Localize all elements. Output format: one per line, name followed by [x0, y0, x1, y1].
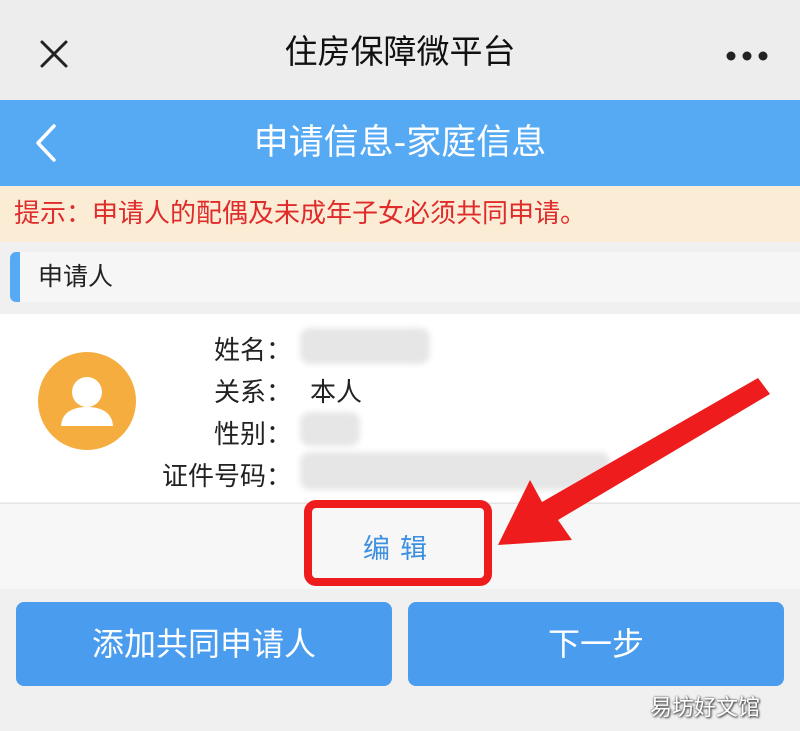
page-title: 申请信息-家庭信息	[253, 123, 547, 163]
edit-row: 编辑	[0, 503, 800, 589]
next-step-button[interactable]: 下一步	[408, 602, 784, 686]
relation-value: 本人	[310, 378, 363, 408]
user-avatar-icon	[38, 352, 136, 450]
close-icon[interactable]	[34, 34, 74, 74]
wechat-page-title: 住房保障微平台	[284, 32, 516, 71]
back-chevron-icon[interactable]	[28, 120, 68, 166]
section-label: 申请人	[38, 262, 114, 291]
section-accent-bar	[10, 252, 20, 302]
page-header: 申请信息-家庭信息	[0, 100, 800, 186]
id-number-label: 证件号码：	[161, 462, 292, 492]
section-header: 申请人	[0, 242, 800, 314]
section-card: 申请人	[10, 252, 800, 302]
add-co-applicant-button[interactable]: 添加共同申请人	[16, 602, 392, 686]
gender-redacted	[300, 412, 360, 446]
watermark: 易坊好文馆	[650, 696, 761, 721]
name-redacted	[300, 328, 430, 364]
wechat-title-bar: 住房保障微平台	[0, 0, 800, 100]
applicant-info-card: 姓名： 关系： 本人 性别： 证件号码：	[0, 314, 800, 502]
edit-button[interactable]: 编辑	[0, 504, 800, 590]
id-number-redacted	[300, 452, 610, 490]
more-icon[interactable]	[722, 44, 772, 68]
gender-label: 性别：	[213, 420, 292, 450]
name-label: 姓名：	[213, 336, 292, 366]
tip-banner: 提示：申请人的配偶及未成年子女必须共同申请。	[0, 186, 800, 242]
relation-label: 关系：	[213, 378, 292, 408]
